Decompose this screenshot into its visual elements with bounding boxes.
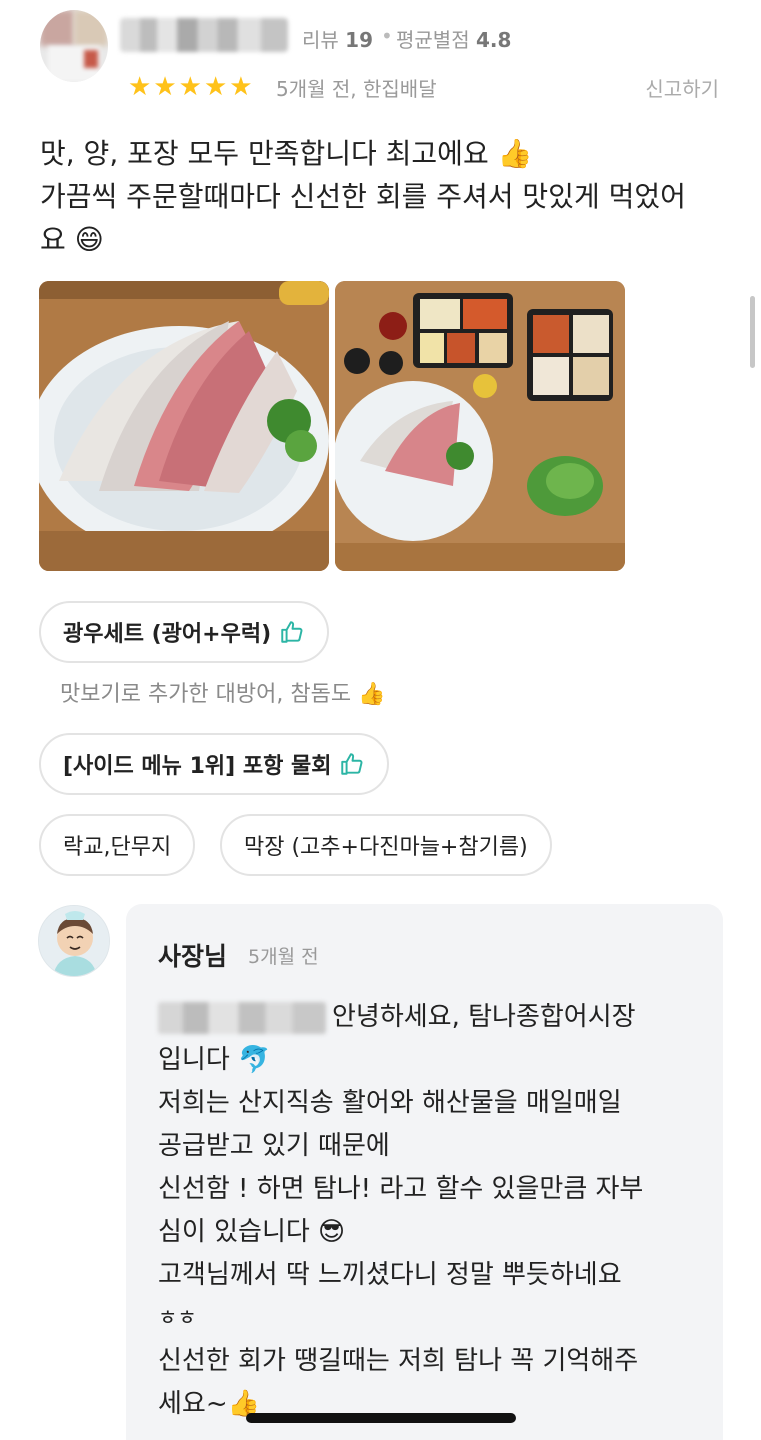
review-meta: 5개월 전, 한집배달	[276, 77, 437, 101]
menu-chip-label: 막장 (고추+다진마늘+참기름)	[244, 835, 528, 860]
menu-chip-label: 광우세트 (광어+우럭)	[63, 622, 272, 647]
review-count-value: 19	[345, 28, 374, 52]
thumbs-up-icon	[281, 621, 303, 643]
reply-line: 입니다 🐬	[158, 1045, 271, 1075]
menu-comment: 맛보기로 추가한 대방어, 참돔도 👍	[60, 682, 386, 707]
star-icon: ★	[128, 72, 152, 102]
owner-avatar	[38, 905, 110, 977]
table-spread-image	[335, 281, 625, 571]
home-indicator[interactable]	[246, 1413, 516, 1423]
review-count: 리뷰 19	[302, 24, 373, 53]
review-photo[interactable]	[335, 281, 625, 571]
menu-chip-label: 락교,단무지	[63, 835, 172, 860]
star-icon: ★	[229, 72, 253, 102]
reply-line: 공급받고 있기 때문에	[158, 1131, 390, 1161]
reply-line: 저희는 산지직송 활어와 해산물을 매일매일	[158, 1088, 622, 1118]
reviewer-avatar[interactable]	[40, 10, 108, 82]
star-icon: ★	[153, 72, 177, 102]
average-rating-label: 평균별점	[396, 28, 470, 52]
reply-line: 심이 있습니다 😎	[158, 1217, 346, 1247]
report-button[interactable]: 신고하기	[645, 73, 719, 102]
reply-greeting: 안녕하세요, 탐나종합어시장	[332, 1002, 636, 1032]
review-text: 맛, 양, 포장 모두 만족합니다 최고에요 👍 가끔씩 주문할때마다 신선한 …	[40, 132, 730, 261]
reply-line: 안녕하세요, 탐나종합어시장	[158, 996, 718, 1039]
menu-chip-side-mulhoe[interactable]: [사이드 메뉴 1위] 포항 물회	[39, 733, 390, 795]
reply-time: 5개월 전	[248, 946, 319, 968]
owner-reply-text: 안녕하세요, 탐나종합어시장 입니다 🐬 저희는 산지직송 활어와 해산물을 매…	[158, 996, 718, 1426]
review-photo[interactable]	[39, 281, 329, 571]
average-rating: 평균별점 4.8	[396, 24, 511, 53]
header-separator: •	[381, 24, 393, 48]
reply-line: 고객님께서 딱 느끼셨다니 정말 뿌듯하네요	[158, 1260, 622, 1290]
reply-line: ㅎㅎ	[158, 1306, 197, 1330]
menu-chip-makjang[interactable]: 막장 (고추+다진마늘+참기름)	[220, 814, 552, 876]
reply-line: 신선한 회가 땡길때는 저희 탐나 꼭 기억해주	[158, 1346, 639, 1376]
reply-line: 신선함 ! 하면 탐나! 라고 할수 있을만큼 자부	[158, 1174, 644, 1204]
star-icon: ★	[178, 72, 202, 102]
menu-chip-rakkyo[interactable]: 락교,단무지	[39, 814, 196, 876]
owner-name: 사장님	[158, 942, 228, 971]
owner-character-icon	[39, 906, 109, 976]
average-rating-value: 4.8	[475, 28, 512, 52]
review-line: 요 😄	[40, 223, 104, 256]
star-rating: ★ ★ ★ ★ ★	[128, 72, 253, 102]
reviewer-name-blurred[interactable]	[120, 18, 288, 52]
menu-chip-label: [사이드 메뉴 1위] 포항 물회	[63, 754, 332, 779]
review-line: 맛, 양, 포장 모두 만족합니다 최고에요 👍	[40, 137, 533, 170]
star-icon: ★	[203, 72, 228, 102]
review-line: 가끔씩 주문할때마다 신선한 회를 주셔서 맛있게 먹었어	[40, 180, 686, 213]
menu-chip-gwangu-set[interactable]: 광우세트 (광어+우럭)	[39, 601, 330, 663]
customer-name-blurred	[158, 1001, 326, 1034]
review-count-label: 리뷰	[302, 28, 339, 52]
thumbs-up-icon	[341, 753, 363, 775]
sashimi-platter-image	[39, 281, 329, 571]
scrollbar[interactable]	[750, 296, 755, 368]
